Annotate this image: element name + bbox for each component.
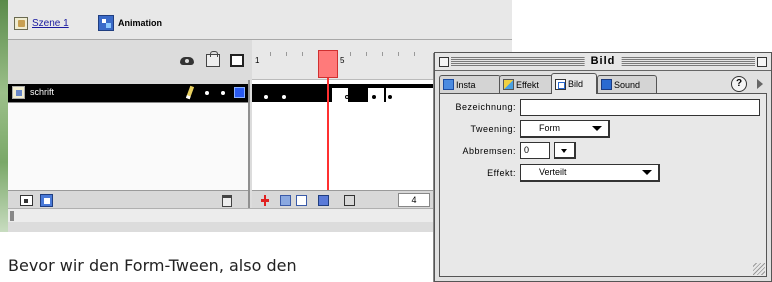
ruler-tick xyxy=(398,52,399,56)
frame-cell[interactable] xyxy=(368,88,384,102)
playhead[interactable] xyxy=(318,50,338,78)
layer-icon xyxy=(12,86,25,99)
help-icon[interactable]: ? xyxy=(731,76,747,92)
instance-icon xyxy=(443,79,454,90)
resize-grip-icon[interactable] xyxy=(753,263,765,275)
lock-icon[interactable] xyxy=(206,51,220,67)
tab-label: Sound xyxy=(614,79,641,90)
ease-slider-dropdown[interactable] xyxy=(554,142,576,159)
ruler-tick xyxy=(302,52,303,56)
tweening-value: Form xyxy=(539,123,560,133)
onion-skin-outlines-icon[interactable] xyxy=(296,195,307,206)
sound-icon xyxy=(601,79,612,90)
center-frame-icon[interactable] xyxy=(260,195,271,206)
lock-dot[interactable] xyxy=(221,91,225,95)
scene-icon xyxy=(14,16,28,30)
chevron-down-icon xyxy=(561,149,567,153)
current-frame-field: 4 xyxy=(398,193,430,207)
visibility-dot[interactable] xyxy=(205,91,209,95)
onion-skin-icon[interactable] xyxy=(280,195,291,206)
tab-sound[interactable]: Sound xyxy=(597,75,657,93)
tab-label: Bild xyxy=(568,79,584,89)
ruler-tick xyxy=(270,52,271,56)
effect-value: Verteilt xyxy=(539,167,567,177)
tab-frame[interactable]: Bild xyxy=(551,73,597,94)
tab-label: Insta xyxy=(456,79,476,90)
zoom-box-icon[interactable] xyxy=(757,57,767,67)
effect-icon xyxy=(503,79,514,90)
modify-onion-markers-icon[interactable] xyxy=(344,195,355,206)
tab-label: Effekt xyxy=(516,79,539,90)
ease-field[interactable]: 0 xyxy=(520,142,550,159)
symbol-tab[interactable]: Animation xyxy=(98,13,162,33)
layers-empty-area xyxy=(8,102,248,192)
frame-panel: Bild Insta Effekt Bild Sound ? Bezeichnu… xyxy=(434,52,772,282)
add-layer-icon[interactable] xyxy=(20,195,33,206)
add-guide-layer-icon[interactable] xyxy=(40,194,53,207)
panel-titlebar[interactable]: Bild xyxy=(435,53,771,71)
scene-tab-label[interactable]: Szene 1 xyxy=(32,18,69,29)
keyframe[interactable] xyxy=(264,95,268,99)
layers-footer xyxy=(8,190,248,208)
panel-title: Bild xyxy=(584,55,622,67)
frame-icon xyxy=(555,78,566,90)
effect-dropdown[interactable]: Verteilt xyxy=(520,164,660,182)
keyframe[interactable] xyxy=(388,95,392,99)
body-text-line-1: Bevor wir den Form-Tween, also den xyxy=(8,256,297,275)
pencil-icon xyxy=(185,85,195,100)
eye-icon[interactable] xyxy=(180,54,194,67)
scene-tab[interactable]: Szene 1 xyxy=(14,15,69,31)
panel-tabs: Insta Effekt Bild Sound ? xyxy=(435,71,771,94)
layer-row-schrift[interactable]: schrift xyxy=(8,84,248,102)
ruler-tick xyxy=(414,52,415,56)
edit-multiple-frames-icon[interactable] xyxy=(318,195,329,206)
scene-tab-bar: Szene 1 Animation xyxy=(8,0,512,40)
keyframe[interactable] xyxy=(282,95,286,99)
ruler-label: 5 xyxy=(340,56,345,65)
empty-keyframe[interactable] xyxy=(345,95,349,99)
trash-icon[interactable] xyxy=(222,195,232,207)
layers-header xyxy=(8,40,250,80)
layers-panel: schrift xyxy=(8,40,250,208)
close-box-icon[interactable] xyxy=(439,57,449,67)
effect-label: Effekt: xyxy=(487,168,516,178)
ruler-tick xyxy=(382,52,383,56)
frame-panel-content: Bezeichnung: Tweening: Form Abbremsen: 0… xyxy=(439,93,767,277)
layer-outline-color-swatch[interactable] xyxy=(234,87,245,98)
ruler-tick xyxy=(350,52,351,56)
name-field[interactable] xyxy=(520,99,760,116)
ruler-tick xyxy=(366,52,367,56)
chevron-down-icon xyxy=(592,126,602,131)
chevron-down-icon xyxy=(642,170,652,175)
scrollbar-thumb[interactable] xyxy=(10,211,14,221)
playhead-line xyxy=(327,78,329,192)
ease-label: Abbremsen: xyxy=(462,146,516,156)
keyframe[interactable] xyxy=(372,95,376,99)
layer-name[interactable]: schrift xyxy=(30,87,54,97)
outline-icon[interactable] xyxy=(230,54,244,67)
tweening-label: Tweening: xyxy=(470,124,516,134)
panel-menu-arrow-icon[interactable] xyxy=(753,76,767,92)
tab-effect[interactable]: Effekt xyxy=(499,75,553,93)
name-label: Bezeichnung: xyxy=(455,102,516,112)
ruler-label: 1 xyxy=(255,56,260,65)
symbol-tab-label[interactable]: Animation xyxy=(118,18,162,28)
background-strip xyxy=(0,0,8,232)
tweening-dropdown[interactable]: Form xyxy=(520,120,610,138)
ruler-tick xyxy=(286,52,287,56)
symbol-icon xyxy=(98,15,114,31)
tab-instance[interactable]: Insta xyxy=(439,75,501,93)
